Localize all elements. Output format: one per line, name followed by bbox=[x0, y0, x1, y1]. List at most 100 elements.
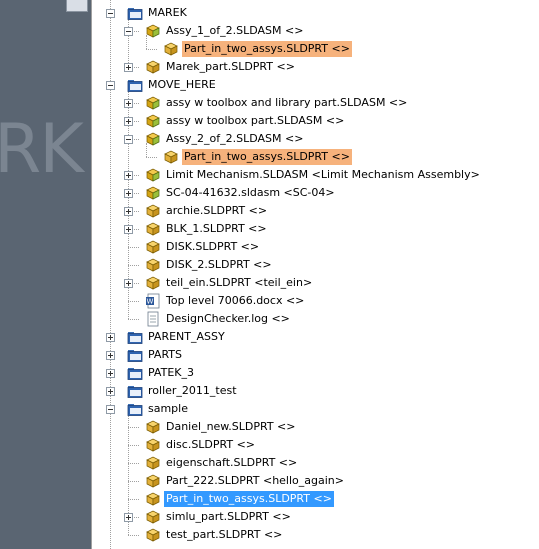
tree-item-label: Assy_1_of_2.SLDASM <> bbox=[166, 24, 304, 37]
expand-icon[interactable] bbox=[124, 225, 133, 234]
folder-icon bbox=[127, 365, 143, 381]
part-icon bbox=[145, 509, 161, 525]
part-icon bbox=[163, 149, 179, 165]
tree-item-marek[interactable]: MAREK bbox=[127, 4, 189, 22]
tree-item-archie-sldprt[interactable]: archie.SLDPRT <> bbox=[145, 202, 269, 220]
tree-branch-line bbox=[128, 265, 139, 266]
tree-item-label: teil_ein.SLDPRT <teil_ein> bbox=[166, 276, 313, 289]
expand-icon[interactable] bbox=[124, 207, 133, 216]
tree-branch-line bbox=[146, 157, 157, 158]
watermark-text: RK bbox=[0, 110, 84, 189]
assembly-icon bbox=[145, 185, 161, 201]
expand-icon[interactable] bbox=[124, 171, 133, 180]
tree-item-top-level-70066-docx[interactable]: W Top level 70066.docx <> bbox=[145, 292, 306, 310]
svg-text:W: W bbox=[147, 298, 154, 306]
assembly-icon bbox=[145, 131, 161, 147]
tree-item-label: Part_222.SLDPRT <hello_again> bbox=[166, 474, 344, 487]
tree-branch-line bbox=[128, 535, 139, 536]
assembly-icon bbox=[145, 167, 161, 183]
tree-item-label: Part_in_two_assys.SLDPRT <> bbox=[164, 491, 334, 507]
panel-corner-icon[interactable] bbox=[66, 0, 88, 12]
tree-item-limit-mechanism-sldasm-limit-mechanism-assembly[interactable]: Limit Mechanism.SLDASM <Limit Mechanism … bbox=[145, 166, 482, 184]
tree-item-parent-assy[interactable]: PARENT_ASSY bbox=[127, 328, 227, 346]
expand-icon[interactable] bbox=[124, 63, 133, 72]
tree-branch-line bbox=[128, 499, 139, 500]
tree-item-part-in-two-assys-sldprt[interactable]: Part_in_two_assys.SLDPRT <> bbox=[163, 148, 352, 166]
tree-item-part-in-two-assys-sldprt[interactable]: Part_in_two_assys.SLDPRT <> bbox=[163, 40, 352, 58]
tree-item-assy-w-toolbox-and-library-part-sldasm[interactable]: assy w toolbox and library part.SLDASM <… bbox=[145, 94, 409, 112]
tree-item-test-part-sldprt[interactable]: test_part.SLDPRT <> bbox=[145, 526, 284, 544]
tree-item-daniel-new-sldprt[interactable]: Daniel_new.SLDPRT <> bbox=[145, 418, 298, 436]
part-icon bbox=[145, 59, 161, 75]
tree-item-label: MAREK bbox=[148, 6, 187, 19]
tree-item-label: SC-04-41632.sldasm <SC-04> bbox=[166, 186, 335, 199]
tree-item-label: assy w toolbox and library part.SLDASM <… bbox=[166, 96, 408, 109]
folder-icon bbox=[127, 347, 143, 363]
assembly-icon bbox=[145, 23, 161, 39]
expand-icon[interactable] bbox=[106, 369, 115, 378]
expand-icon[interactable] bbox=[124, 279, 133, 288]
tree-item-label: PATEK_3 bbox=[148, 366, 194, 379]
tree-item-label: Assy_2_of_2.SLDASM <> bbox=[166, 132, 304, 145]
expand-icon[interactable] bbox=[106, 351, 115, 360]
tree-item-eigenschaft-sldprt[interactable]: eigenschaft.SLDPRT <> bbox=[145, 454, 299, 472]
tree-item-move-here[interactable]: MOVE_HERE bbox=[127, 76, 218, 94]
part-icon bbox=[145, 419, 161, 435]
tree-item-label: PARTS bbox=[148, 348, 182, 361]
tree-item-label: BLK_1.SLDPRT <> bbox=[166, 222, 267, 235]
text-file-icon bbox=[145, 311, 161, 327]
tree-item-sample[interactable]: sample bbox=[127, 400, 190, 418]
tree-item-blk-1-sldprt[interactable]: BLK_1.SLDPRT <> bbox=[145, 220, 269, 238]
tree-item-label: PARENT_ASSY bbox=[148, 330, 225, 343]
assembly-icon bbox=[145, 95, 161, 111]
tree-item-assy-w-toolbox-part-sldasm[interactable]: assy w toolbox part.SLDASM <> bbox=[145, 112, 346, 130]
expand-icon[interactable] bbox=[124, 189, 133, 198]
tree-item-label: simlu_part.SLDPRT <> bbox=[166, 510, 291, 523]
tree-item-label: Daniel_new.SLDPRT <> bbox=[166, 420, 296, 433]
expand-icon[interactable] bbox=[124, 99, 133, 108]
collapse-icon[interactable] bbox=[106, 81, 115, 90]
expand-icon[interactable] bbox=[124, 513, 133, 522]
file-tree[interactable]: MAREK Assy_1_of_2.SLDASM <> Part_in_two_as… bbox=[91, 0, 539, 549]
part-icon bbox=[145, 203, 161, 219]
expand-icon[interactable] bbox=[106, 387, 115, 396]
tree-item-disk-sldprt[interactable]: DISK.SLDPRT <> bbox=[145, 238, 261, 256]
tree-item-part-222-sldprt-hello-again[interactable]: Part_222.SLDPRT <hello_again> bbox=[145, 472, 346, 490]
tree-item-disk-2-sldprt[interactable]: DISK_2.SLDPRT <> bbox=[145, 256, 274, 274]
tree-item-label: roller_2011_test bbox=[148, 384, 237, 397]
tree-item-teil-ein-sldprt-teil-ein[interactable]: teil_ein.SLDPRT <teil_ein> bbox=[145, 274, 314, 292]
collapse-icon[interactable] bbox=[124, 135, 133, 144]
part-icon bbox=[145, 257, 161, 273]
tree-item-label: Marek_part.SLDPRT <> bbox=[166, 60, 295, 73]
tree-item-designchecker-log[interactable]: DesignChecker.log <> bbox=[145, 310, 292, 328]
tree-item-simlu-part-sldprt[interactable]: simlu_part.SLDPRT <> bbox=[145, 508, 293, 526]
part-icon bbox=[145, 221, 161, 237]
tree-item-sc-04-41632-sldasm-sc-04[interactable]: SC-04-41632.sldasm <SC-04> bbox=[145, 184, 337, 202]
tree-item-assy-2-of-2-sldasm[interactable]: Assy_2_of_2.SLDASM <> bbox=[145, 130, 305, 148]
tree-item-label: test_part.SLDPRT <> bbox=[166, 528, 283, 541]
collapse-icon[interactable] bbox=[106, 405, 115, 414]
tree-item-label: Part_in_two_assys.SLDPRT <> bbox=[182, 41, 352, 57]
tree-item-part-in-two-assys-sldprt[interactable]: Part_in_two_assys.SLDPRT <> bbox=[145, 490, 334, 508]
expand-icon[interactable] bbox=[106, 333, 115, 342]
tree-item-parts[interactable]: PARTS bbox=[127, 346, 184, 364]
tree-item-label: DesignChecker.log <> bbox=[166, 312, 290, 325]
tree-item-assy-1-of-2-sldasm[interactable]: Assy_1_of_2.SLDASM <> bbox=[145, 22, 305, 40]
collapse-icon[interactable] bbox=[124, 27, 133, 36]
tree-item-label: DISK.SLDPRT <> bbox=[166, 240, 260, 253]
part-icon bbox=[145, 455, 161, 471]
tree-item-label: Limit Mechanism.SLDASM <Limit Mechanism … bbox=[166, 168, 480, 181]
folder-icon bbox=[127, 77, 143, 93]
tree-branch-line bbox=[128, 247, 139, 248]
tree-item-marek-part-sldprt[interactable]: Marek_part.SLDPRT <> bbox=[145, 58, 297, 76]
tree-item-label: assy w toolbox part.SLDASM <> bbox=[166, 114, 345, 127]
tree-item-label: sample bbox=[148, 402, 188, 415]
tree-item-patek-3[interactable]: PATEK_3 bbox=[127, 364, 196, 382]
part-icon bbox=[145, 437, 161, 453]
tree-item-roller-2011-test[interactable]: roller_2011_test bbox=[127, 382, 239, 400]
tree-item-disc-sldprt[interactable]: disc.SLDPRT <> bbox=[145, 436, 257, 454]
expand-icon[interactable] bbox=[124, 117, 133, 126]
collapse-icon[interactable] bbox=[106, 9, 115, 18]
left-panel: RK bbox=[0, 0, 91, 549]
tree-branch-line bbox=[146, 49, 157, 50]
